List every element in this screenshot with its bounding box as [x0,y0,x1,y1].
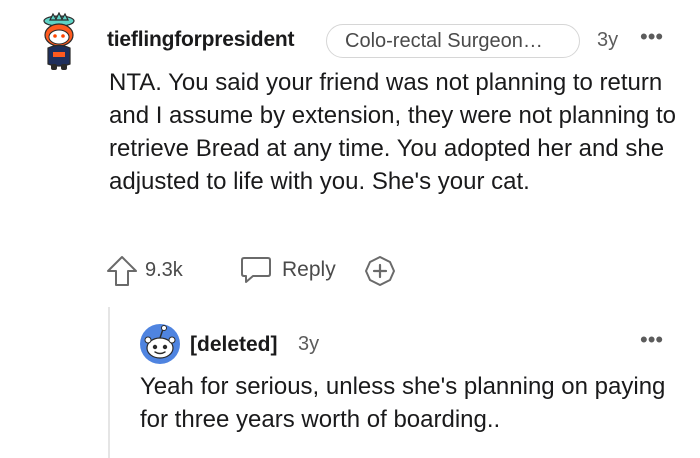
reply-age: 3y [298,333,320,355]
username[interactable]: tieflingforpresident [107,28,295,52]
user-flair: Colo-rectal Surgeon… [326,24,580,58]
upvote-arrow-icon[interactable] [105,254,139,288]
reply-text: Yeah for serious, unless she's planning … [140,373,666,433]
reply-body: Yeah for serious, unless she's planning … [140,370,680,436]
reply-more-options-icon[interactable]: ••• [640,327,663,353]
comment: tieflingforpresident Colo-rectal Surgeon… [0,0,700,458]
user-avatar[interactable] [36,12,82,72]
award-plus-icon[interactable] [363,254,397,288]
thread-line[interactable] [108,307,110,458]
more-options-icon[interactable]: ••• [640,24,663,50]
comment-body: NTA. You said your friend was not planni… [109,66,679,198]
comment-age: 3y [597,29,619,51]
reply-button[interactable]: Reply [282,258,336,282]
deleted-username: [deleted] [190,333,278,356]
comment-text: NTA. You said your friend was not planni… [109,69,677,195]
deleted-user-avatar [140,324,180,364]
vote-score: 9.3k [145,259,183,281]
speech-bubble-icon[interactable] [239,255,273,285]
